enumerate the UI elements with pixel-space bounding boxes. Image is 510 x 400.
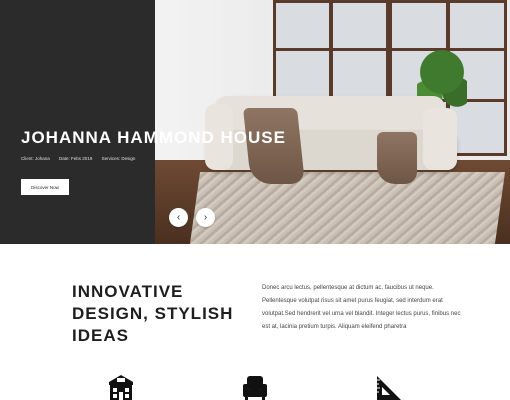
sofa-arm-right	[423, 108, 457, 170]
intro-heading-line-1: INNOVATIVE	[72, 282, 184, 301]
chevron-right-icon: ›	[203, 212, 208, 223]
slider-next-button[interactable]: ›	[196, 208, 215, 227]
slider-prev-button[interactable]: ‹	[169, 208, 188, 227]
building-icon	[109, 375, 133, 400]
hero-title: JOHANNA HAMMOND HOUSE	[21, 128, 286, 147]
set-square-icon	[377, 376, 401, 400]
hero-section: JOHANNA HAMMOND HOUSE Client: Johana Dat…	[0, 0, 510, 244]
hero-date: Date: Febs 2019	[59, 156, 93, 161]
intro-paragraph: Donec arcu lectus, pellentesque at dictu…	[262, 285, 461, 330]
chevron-left-icon: ‹	[176, 212, 181, 223]
sofa-throw-2	[377, 132, 417, 184]
hero-rug	[189, 172, 506, 244]
hero-meta: Client: Johana Date: Febs 2019 Services:…	[21, 156, 143, 161]
hero-client: Client: Johana	[21, 156, 50, 161]
hero-dark-panel	[0, 0, 155, 244]
intro-heading-line-2: DESIGN, STYLISH	[72, 304, 234, 323]
intro-heading: INNOVATIVE DESIGN, STYLISH IDEAS	[72, 281, 242, 347]
hero-services: Services: Design	[101, 156, 136, 161]
intro-heading-line-3: IDEAS	[72, 326, 129, 345]
armchair-icon	[243, 376, 267, 400]
hero-image	[155, 0, 510, 244]
discover-now-button[interactable]: Discover Now	[21, 179, 69, 195]
